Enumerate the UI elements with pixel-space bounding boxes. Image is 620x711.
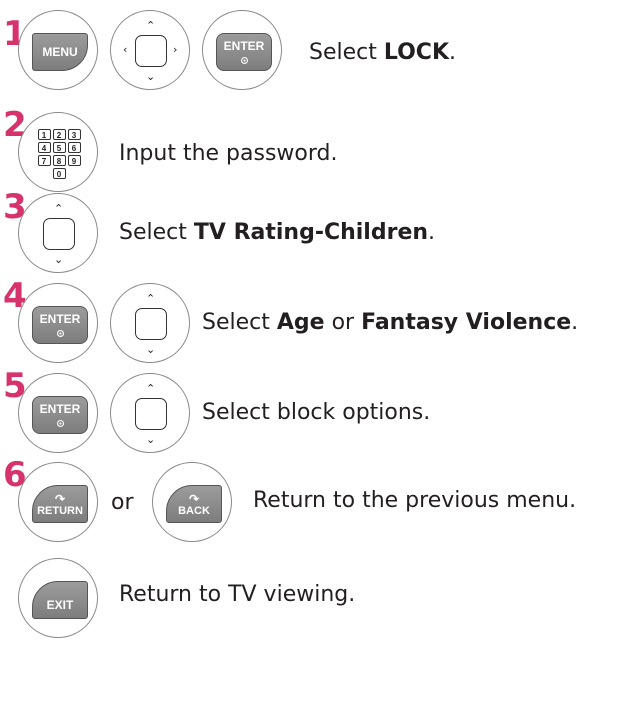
keypad-key-4: 4 xyxy=(37,142,51,153)
navigation-pad-circle-3: ⌃ ⌄ xyxy=(18,193,98,273)
step-6-description: Return to the previous menu. xyxy=(253,488,577,513)
navigation-pad-icon xyxy=(135,398,167,430)
navigation-pad-icon xyxy=(135,35,167,67)
navigation-pad-circle-4: ⌃ ⌄ xyxy=(110,283,190,363)
back-key-icon: ↷ BACK xyxy=(166,485,222,523)
keypad-key-2: 2 xyxy=(52,129,66,140)
enter-dot-icon xyxy=(56,330,64,337)
step-4-text: Select xyxy=(202,310,277,335)
arrow-down-icon: ⌄ xyxy=(146,343,156,356)
menu-key-icon: MENU xyxy=(32,33,88,71)
enter-key-label: ENTER xyxy=(223,39,265,53)
return-button-circle: ↷ RETURN xyxy=(18,462,98,542)
navigation-pad-circle: ⌃ ‹ › ⌄ xyxy=(110,10,190,90)
keypad-key-9: 9 xyxy=(67,155,81,166)
keypad-key-8: 8 xyxy=(52,155,66,166)
or-connector: or xyxy=(111,490,134,515)
step-4-suffix: . xyxy=(571,310,579,335)
menu-button-circle: MENU xyxy=(18,10,98,90)
exit-button-circle: EXIT xyxy=(18,558,98,638)
exit-key-label: EXIT xyxy=(46,598,74,612)
keypad-key-6: 6 xyxy=(67,142,81,153)
exit-key-icon: EXIT xyxy=(32,581,88,619)
step-4-bold2: Fantasy Violence xyxy=(361,310,572,335)
back-button-circle: ↷ BACK xyxy=(152,462,232,542)
step-3-description: Select TV Rating-Children. xyxy=(119,222,435,244)
enter-dot-icon xyxy=(56,420,64,427)
enter-button-circle-4: ENTER xyxy=(18,283,98,363)
keypad-key-7: 7 xyxy=(37,155,51,166)
number-keypad-icon: 123 456 789 0 xyxy=(35,129,83,181)
arrow-right-icon: › xyxy=(173,43,178,56)
enter-key-icon: ENTER xyxy=(32,306,88,344)
enter-button-circle-5: ENTER xyxy=(18,373,98,453)
keypad-key-0: 0 xyxy=(52,168,66,179)
return-arrow-icon: ↷ xyxy=(54,492,66,506)
step-1-description: Select LOCK. xyxy=(309,42,456,64)
step-3-bold: TV Rating-Children xyxy=(193,220,429,245)
step-4-bold: Age xyxy=(276,310,325,335)
return-key-icon: ↷ RETURN xyxy=(32,485,88,523)
keypad-circle: 123 456 789 0 xyxy=(18,112,98,192)
arrow-down-icon: ⌄ xyxy=(54,253,64,266)
back-key-label: BACK xyxy=(178,505,210,517)
enter-button-circle: ENTER xyxy=(202,10,282,90)
enter-key-label: ENTER xyxy=(39,312,81,326)
arrow-up-icon: ⌃ xyxy=(146,292,156,305)
step-1-text: Select xyxy=(309,40,384,65)
step-2-description: Input the password. xyxy=(119,141,338,166)
step-1-suffix: . xyxy=(449,40,457,65)
step-1-bold: LOCK xyxy=(383,40,450,65)
enter-key-icon: ENTER xyxy=(32,396,88,434)
keypad-key-5: 5 xyxy=(52,142,66,153)
step-4-description: Select Age or Fantasy Violence. xyxy=(202,312,578,334)
exit-description: Return to TV viewing. xyxy=(119,582,356,607)
enter-dot-icon xyxy=(240,57,248,64)
navigation-pad-circle-5: ⌃ ⌄ xyxy=(110,373,190,453)
enter-key-icon: ENTER xyxy=(216,33,272,71)
enter-key-label: ENTER xyxy=(39,402,81,416)
step-3-suffix: . xyxy=(428,220,436,245)
arrow-left-icon: ‹ xyxy=(123,43,128,56)
arrow-up-icon: ⌃ xyxy=(146,19,156,32)
step-3-text: Select xyxy=(119,220,194,245)
navigation-pad-icon xyxy=(43,218,75,250)
arrow-up-icon: ⌃ xyxy=(146,382,156,395)
step-4-middle: or xyxy=(324,310,362,335)
arrow-up-icon: ⌃ xyxy=(54,202,64,215)
arrow-down-icon: ⌄ xyxy=(146,433,156,446)
navigation-pad-icon xyxy=(135,308,167,340)
return-key-label: RETURN xyxy=(37,505,83,517)
arrow-down-icon: ⌄ xyxy=(146,70,156,83)
keypad-key-3: 3 xyxy=(67,129,81,140)
back-arrow-icon: ↷ xyxy=(188,492,200,506)
step-5-description: Select block options. xyxy=(202,400,431,425)
keypad-key-1: 1 xyxy=(37,129,51,140)
